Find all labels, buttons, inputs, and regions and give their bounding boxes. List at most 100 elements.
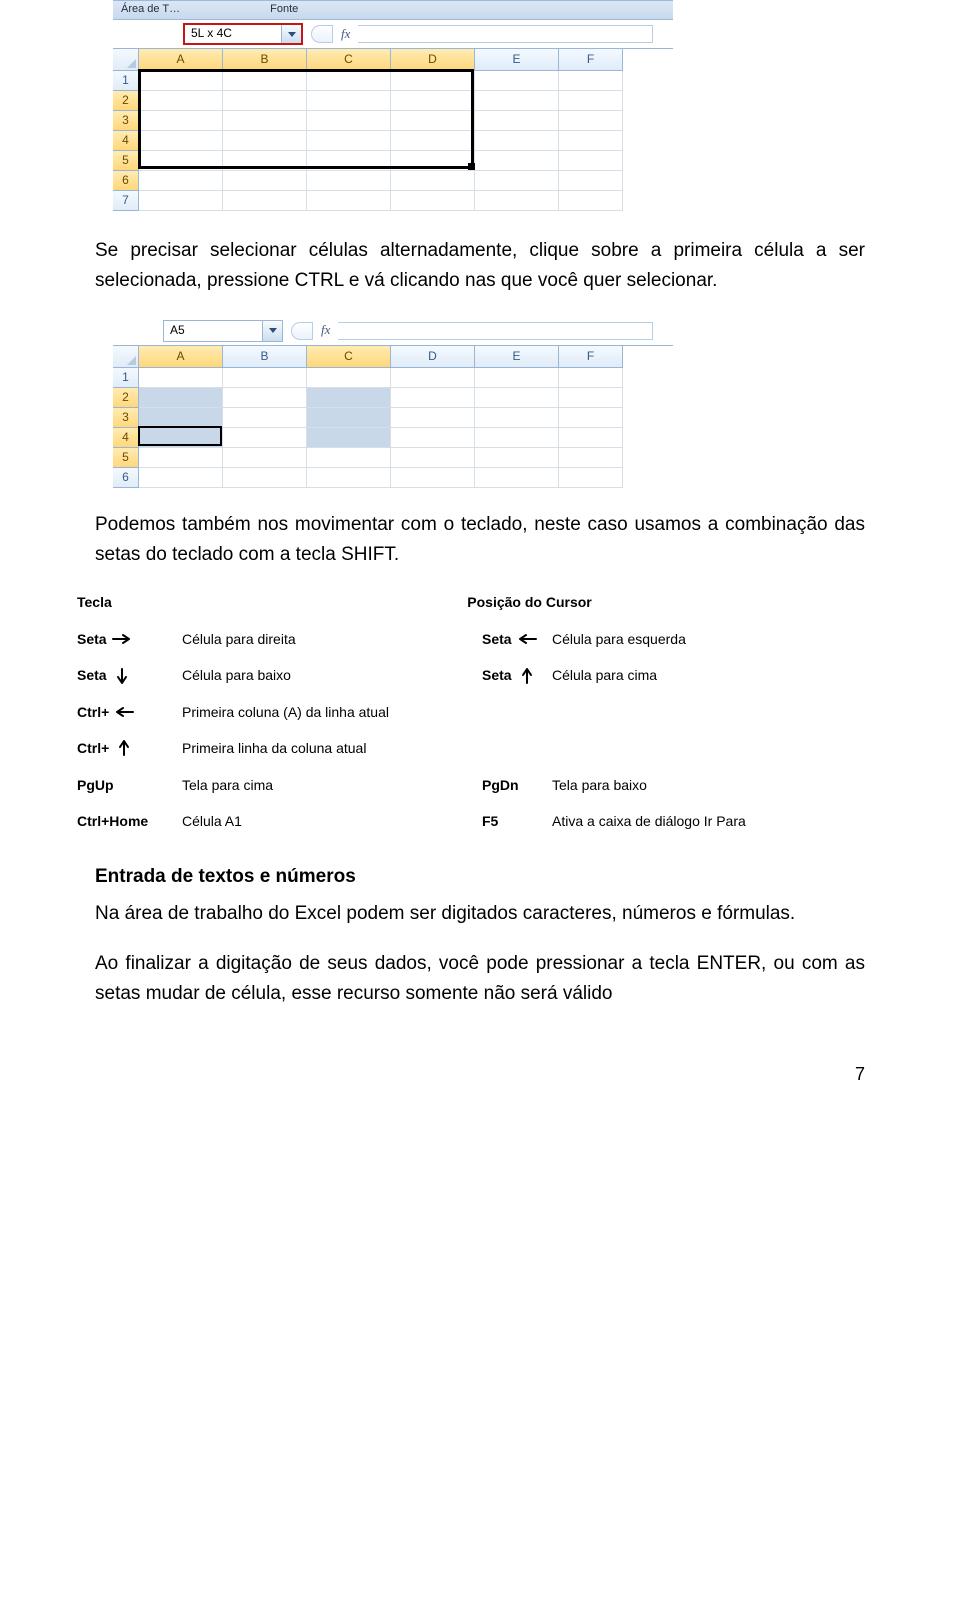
cell[interactable] xyxy=(475,428,559,448)
cell[interactable] xyxy=(223,191,307,211)
row-header[interactable]: 4 xyxy=(113,131,139,151)
col-header[interactable]: A xyxy=(139,346,223,368)
cell[interactable] xyxy=(139,408,223,428)
cell[interactable] xyxy=(559,111,623,131)
col-header[interactable]: B xyxy=(223,49,307,71)
cell[interactable] xyxy=(391,388,475,408)
cell[interactable] xyxy=(307,468,391,488)
cell[interactable] xyxy=(475,448,559,468)
name-box-highlighted[interactable]: 5L x 4C xyxy=(183,23,303,45)
cell[interactable] xyxy=(307,171,391,191)
cell[interactable] xyxy=(223,91,307,111)
cell[interactable] xyxy=(139,71,223,91)
col-header[interactable]: A xyxy=(139,49,223,71)
col-header[interactable]: F xyxy=(559,49,623,71)
col-header[interactable]: E xyxy=(475,49,559,71)
cell[interactable] xyxy=(223,388,307,408)
cell[interactable] xyxy=(223,71,307,91)
col-header[interactable]: C xyxy=(307,346,391,368)
cell[interactable] xyxy=(307,191,391,211)
cell[interactable] xyxy=(475,151,559,171)
cell[interactable] xyxy=(475,171,559,191)
cell[interactable] xyxy=(139,368,223,388)
select-all-corner[interactable] xyxy=(113,346,139,368)
row-header[interactable]: 5 xyxy=(113,151,139,171)
cell[interactable] xyxy=(559,388,623,408)
cell[interactable] xyxy=(223,111,307,131)
cell[interactable] xyxy=(307,111,391,131)
cell[interactable] xyxy=(559,468,623,488)
cell[interactable] xyxy=(391,428,475,448)
cell[interactable] xyxy=(223,448,307,468)
cell[interactable] xyxy=(307,428,391,448)
cell[interactable] xyxy=(475,368,559,388)
col-header[interactable]: E xyxy=(475,346,559,368)
name-box-dropdown[interactable] xyxy=(262,321,282,341)
row-header[interactable]: 3 xyxy=(113,111,139,131)
col-header[interactable]: B xyxy=(223,346,307,368)
cell[interactable] xyxy=(559,368,623,388)
cell[interactable] xyxy=(139,191,223,211)
cell[interactable] xyxy=(307,151,391,171)
cell[interactable] xyxy=(223,468,307,488)
cell[interactable] xyxy=(223,171,307,191)
cell[interactable] xyxy=(559,448,623,468)
cell[interactable] xyxy=(559,408,623,428)
cell[interactable] xyxy=(139,111,223,131)
cell[interactable] xyxy=(139,448,223,468)
cell[interactable] xyxy=(223,151,307,171)
row-header[interactable]: 1 xyxy=(113,368,139,388)
spreadsheet-grid[interactable]: 1 2 3 4 5 6 7 A B C D E F xyxy=(113,48,673,211)
col-header[interactable]: D xyxy=(391,49,475,71)
formula-input[interactable] xyxy=(338,322,653,340)
cell[interactable] xyxy=(139,131,223,151)
cell[interactable] xyxy=(391,191,475,211)
select-all-corner[interactable] xyxy=(113,49,139,71)
cell[interactable] xyxy=(475,111,559,131)
name-box-dropdown[interactable] xyxy=(281,25,301,43)
cell[interactable] xyxy=(307,408,391,428)
cell[interactable] xyxy=(559,131,623,151)
cell[interactable] xyxy=(391,368,475,388)
row-header[interactable]: 2 xyxy=(113,388,139,408)
cell[interactable] xyxy=(307,388,391,408)
cell[interactable] xyxy=(475,388,559,408)
cell[interactable] xyxy=(559,191,623,211)
cell[interactable] xyxy=(475,468,559,488)
fx-button[interactable] xyxy=(291,322,313,340)
row-header[interactable]: 5 xyxy=(113,448,139,468)
col-header[interactable]: F xyxy=(559,346,623,368)
cell[interactable] xyxy=(307,448,391,468)
cell[interactable] xyxy=(139,468,223,488)
cell[interactable] xyxy=(391,131,475,151)
cell[interactable] xyxy=(391,408,475,428)
cell[interactable] xyxy=(391,71,475,91)
cell[interactable] xyxy=(139,388,223,408)
cell[interactable] xyxy=(559,71,623,91)
cell[interactable] xyxy=(475,408,559,428)
cell[interactable] xyxy=(139,171,223,191)
cell[interactable] xyxy=(475,71,559,91)
cell[interactable] xyxy=(475,91,559,111)
cell[interactable] xyxy=(559,91,623,111)
row-header[interactable]: 6 xyxy=(113,468,139,488)
row-header[interactable]: 7 xyxy=(113,191,139,211)
cell[interactable] xyxy=(391,448,475,468)
cell[interactable] xyxy=(223,131,307,151)
cell[interactable] xyxy=(559,428,623,448)
cell[interactable] xyxy=(307,368,391,388)
cell[interactable] xyxy=(307,91,391,111)
cell[interactable] xyxy=(223,368,307,388)
cell[interactable] xyxy=(475,191,559,211)
cell[interactable] xyxy=(559,171,623,191)
cell[interactable] xyxy=(223,428,307,448)
cell[interactable] xyxy=(223,408,307,428)
row-header[interactable]: 1 xyxy=(113,71,139,91)
formula-input[interactable] xyxy=(358,25,653,43)
row-header[interactable]: 2 xyxy=(113,91,139,111)
cell[interactable] xyxy=(391,91,475,111)
cell[interactable] xyxy=(391,171,475,191)
col-header[interactable]: D xyxy=(391,346,475,368)
row-header[interactable]: 3 xyxy=(113,408,139,428)
name-box[interactable]: A5 xyxy=(163,320,283,342)
